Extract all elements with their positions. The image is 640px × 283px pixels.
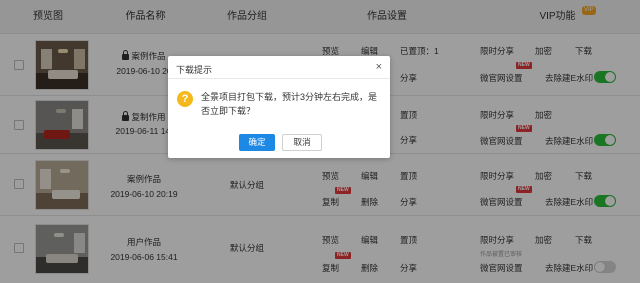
question-icon: ? <box>177 91 193 107</box>
confirm-button[interactable]: 确定 <box>239 134 275 151</box>
dialog-divider <box>168 78 390 79</box>
download-dialog: 下载提示 × ? 全景项目打包下载，预计3分钟左右完成，是否立即下载？ 确定 取… <box>168 56 390 158</box>
close-icon[interactable]: × <box>376 62 382 73</box>
dialog-message: 全景项目打包下载，预计3分钟左右完成，是否立即下载？ <box>201 92 378 116</box>
cancel-button[interactable]: 取消 <box>282 134 322 151</box>
dialog-title: 下载提示 <box>176 65 213 75</box>
